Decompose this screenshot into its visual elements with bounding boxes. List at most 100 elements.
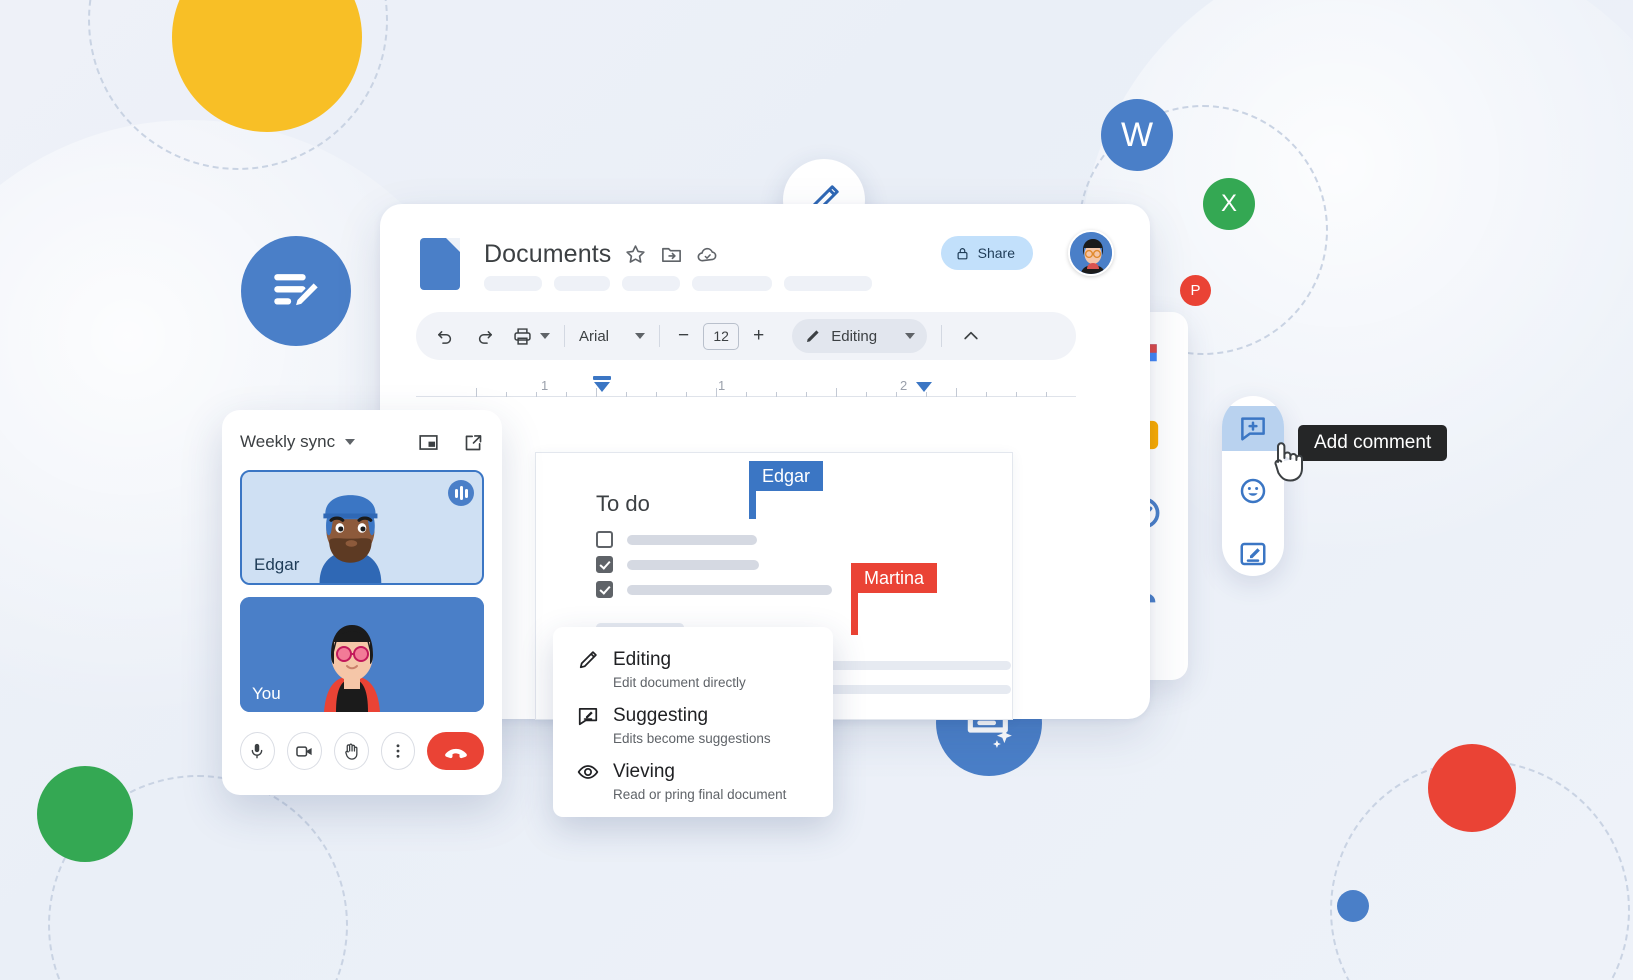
font-family-select[interactable]: Arial [579,328,646,345]
document-header: Documents Share [380,204,1150,300]
more-options-icon [396,744,400,758]
ruler-tick [1046,392,1047,397]
menu-item-suggesting[interactable]: Suggesting Edits become suggestions [577,705,809,746]
chevron-up-icon [964,331,978,340]
lock-icon [957,247,968,259]
menu-item-editing[interactable]: Editing Edit document directly [577,649,809,690]
right-indent-marker[interactable] [916,382,932,392]
ruler-tick [476,388,477,397]
checkbox-checked[interactable] [596,556,613,573]
star-icon[interactable] [624,243,647,266]
suggest-edit-button[interactable] [1222,531,1284,576]
speaking-indicator [448,480,474,506]
menu-item-subtitle: Read or pring final document [613,787,787,802]
menu-item-viewing[interactable]: Vieving Read or pring final document [577,761,809,802]
first-line-indent-bar[interactable] [593,376,611,380]
suggest-edit-icon [1240,542,1266,565]
page-title: Documents [484,240,612,268]
document-edit-icon [274,274,321,309]
menu-item-subtitle: Edits become suggestions [613,731,771,746]
menu-item-title: Suggesting [613,705,709,726]
more-options-button[interactable] [380,732,416,770]
todo-text-placeholder [627,559,759,570]
redo-button[interactable] [470,321,500,351]
pencil-icon [579,651,597,669]
decor-circle-red [1428,744,1516,832]
toolbar-divider [564,325,565,347]
toolbar-divider [941,325,943,347]
menu-placeholder [622,276,680,291]
editing-mode-chip[interactable]: Editing [792,319,928,353]
add-comment-icon [1241,417,1265,441]
document-title-row: Documents [484,240,719,269]
ruler-tick [866,392,867,397]
camera-icon [296,745,312,757]
comment-toolbar [1222,396,1284,576]
participant-name: You [252,684,281,703]
chevron-down-icon[interactable] [345,439,356,445]
suggest-edit-icon [578,707,598,726]
todo-heading: To do [596,491,650,516]
font-size-input[interactable]: 12 [703,322,740,350]
todo-item-row[interactable] [596,581,832,598]
cloud-saved-icon[interactable] [696,243,719,266]
ruler-tick [776,392,777,397]
todo-item-row[interactable] [596,531,757,548]
open-new-window-icon[interactable] [463,432,484,453]
menu-item-subtitle: Edit document directly [613,675,746,690]
toolbar-divider [659,325,661,347]
ruler-tick [686,392,687,397]
document-ruler[interactable]: 1 1 2 [416,376,1076,402]
ruler-tick [926,392,927,397]
ruler-tick [986,392,987,397]
end-call-button[interactable] [427,732,485,770]
menu-item-header: Vieving [577,761,809,783]
badge-powerpoint-label: P [1190,282,1201,299]
menu-placeholder [484,276,542,291]
collapse-toolbar-button[interactable] [956,321,986,351]
tooltip: Add comment [1298,425,1448,461]
menu-item-header: Editing [577,649,809,671]
redo-icon [478,331,492,344]
print-options-caret[interactable] [540,333,550,339]
camera-button[interactable] [286,732,322,770]
increase-font-size-button[interactable]: + [749,325,768,347]
decor-circle-small-blue [1337,890,1369,922]
chevron-down-icon [905,333,916,339]
decrease-font-size-button[interactable]: − [674,325,693,347]
user-avatar-image [1070,232,1112,274]
document-edit-emblem [241,236,351,346]
cursor-name-text: Martina [864,567,925,588]
menu-placeholder [784,276,872,291]
hand-pointer-cursor [1274,442,1303,482]
video-tile-you[interactable]: You [240,597,484,712]
ruler-tick [626,392,627,397]
microphone-button[interactable] [240,732,275,770]
left-indent-marker[interactable] [594,382,610,392]
picture-in-picture-icon[interactable] [418,432,439,453]
badge-word: W [1101,99,1173,171]
checkbox-checked[interactable] [596,581,613,598]
call-header-icons [418,432,484,453]
call-title: Weekly sync [240,432,336,451]
cursor-name-label: Martina [851,563,938,593]
ruler-tick [506,392,507,397]
raise-hand-button[interactable] [333,732,369,770]
menu-item-header: Suggesting [577,705,809,727]
document-toolbar: Arial − 12 + Editing [416,312,1076,360]
ruler-tick [806,392,807,397]
undo-icon [438,331,452,344]
avatar[interactable] [1068,230,1114,276]
share-button[interactable]: Share [940,236,1033,270]
call-header: Weekly sync [240,426,484,458]
document-menu-placeholders [484,276,872,291]
checkbox-unchecked[interactable] [596,531,613,548]
move-to-folder-icon[interactable] [660,243,683,266]
chevron-down-icon [635,333,646,339]
undo-button[interactable] [430,321,460,351]
body-text-placeholder [826,661,1011,670]
print-button[interactable] [510,321,534,351]
todo-item-row[interactable] [596,556,759,573]
badge-word-label: W [1120,115,1154,154]
video-tile-edgar[interactable]: Edgar [240,470,484,585]
